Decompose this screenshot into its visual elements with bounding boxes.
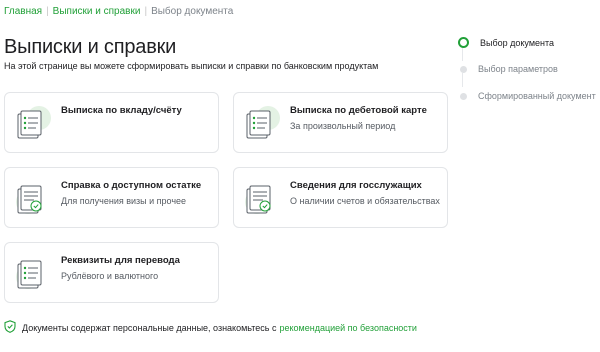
document-check-icon — [15, 180, 51, 216]
card-description: Рублёвого и валютного — [61, 271, 159, 281]
security-note-text: Документы содержат персональные данные, … — [22, 322, 277, 333]
document-list-icon — [15, 255, 51, 291]
breadcrumb-separator: | — [144, 6, 148, 17]
breadcrumb-statements-link[interactable]: Выписки и справки — [53, 6, 141, 17]
document-list-icon — [244, 105, 280, 141]
card-description: Для получения визы и прочее — [61, 196, 187, 206]
step-dot-icon — [460, 65, 467, 73]
card-account-statement[interactable]: Выписка по вкладу/счёту — [4, 92, 219, 153]
step-label: Выбор параметров — [478, 64, 558, 74]
card-title: Сведения для госслужащих — [290, 180, 422, 191]
document-list-icon — [15, 105, 51, 141]
breadcrumb-home-link[interactable]: Главная — [4, 6, 42, 17]
card-title: Реквизиты для перевода — [61, 255, 180, 266]
card-title: Выписка по вкладу/счёту — [61, 105, 182, 116]
breadcrumb: Главная | Выписки и справки | Выбор доку… — [4, 6, 233, 17]
step-dot-icon — [460, 92, 467, 100]
step-connector — [462, 47, 463, 61]
security-recommendation-link[interactable]: рекомендацией по безопасности — [279, 323, 416, 333]
card-title: Выписка по дебетовой карте — [290, 105, 427, 116]
page-subtitle: На этой странице вы можете сформировать … — [4, 61, 379, 71]
shield-check-icon — [4, 320, 16, 335]
breadcrumb-current: Выбор документа — [151, 6, 234, 17]
step-label: Выбор документа — [480, 37, 555, 48]
document-check-icon — [244, 180, 280, 216]
breadcrumb-separator: | — [46, 6, 49, 17]
card-civil-servants[interactable]: Сведения для госслужащих О наличии счето… — [233, 167, 448, 228]
card-title: Справка о доступном остатке — [61, 180, 202, 191]
step-connector — [462, 73, 463, 87]
card-description: За произвольный период — [290, 121, 396, 131]
page-title: Выписки и справки — [4, 36, 177, 58]
card-description: О наличии счетов и обязательствах — [290, 196, 440, 206]
step-active-dot-icon — [458, 37, 469, 48]
step-generated-document: Сформированный документ — [458, 91, 598, 101]
card-balance-certificate[interactable]: Справка о доступном остатке Для получени… — [4, 167, 219, 228]
step-label: Сформированный документ — [478, 91, 596, 101]
security-note: Документы содержат персональные данные, … — [4, 320, 417, 335]
card-transfer-details[interactable]: Реквизиты для перевода Рублёвого и валют… — [4, 242, 219, 303]
card-debit-card-statement[interactable]: Выписка по дебетовой карте За произвольн… — [233, 92, 448, 153]
step-choose-document: Выбор документа — [458, 37, 598, 48]
step-choose-parameters: Выбор параметров — [458, 64, 598, 74]
